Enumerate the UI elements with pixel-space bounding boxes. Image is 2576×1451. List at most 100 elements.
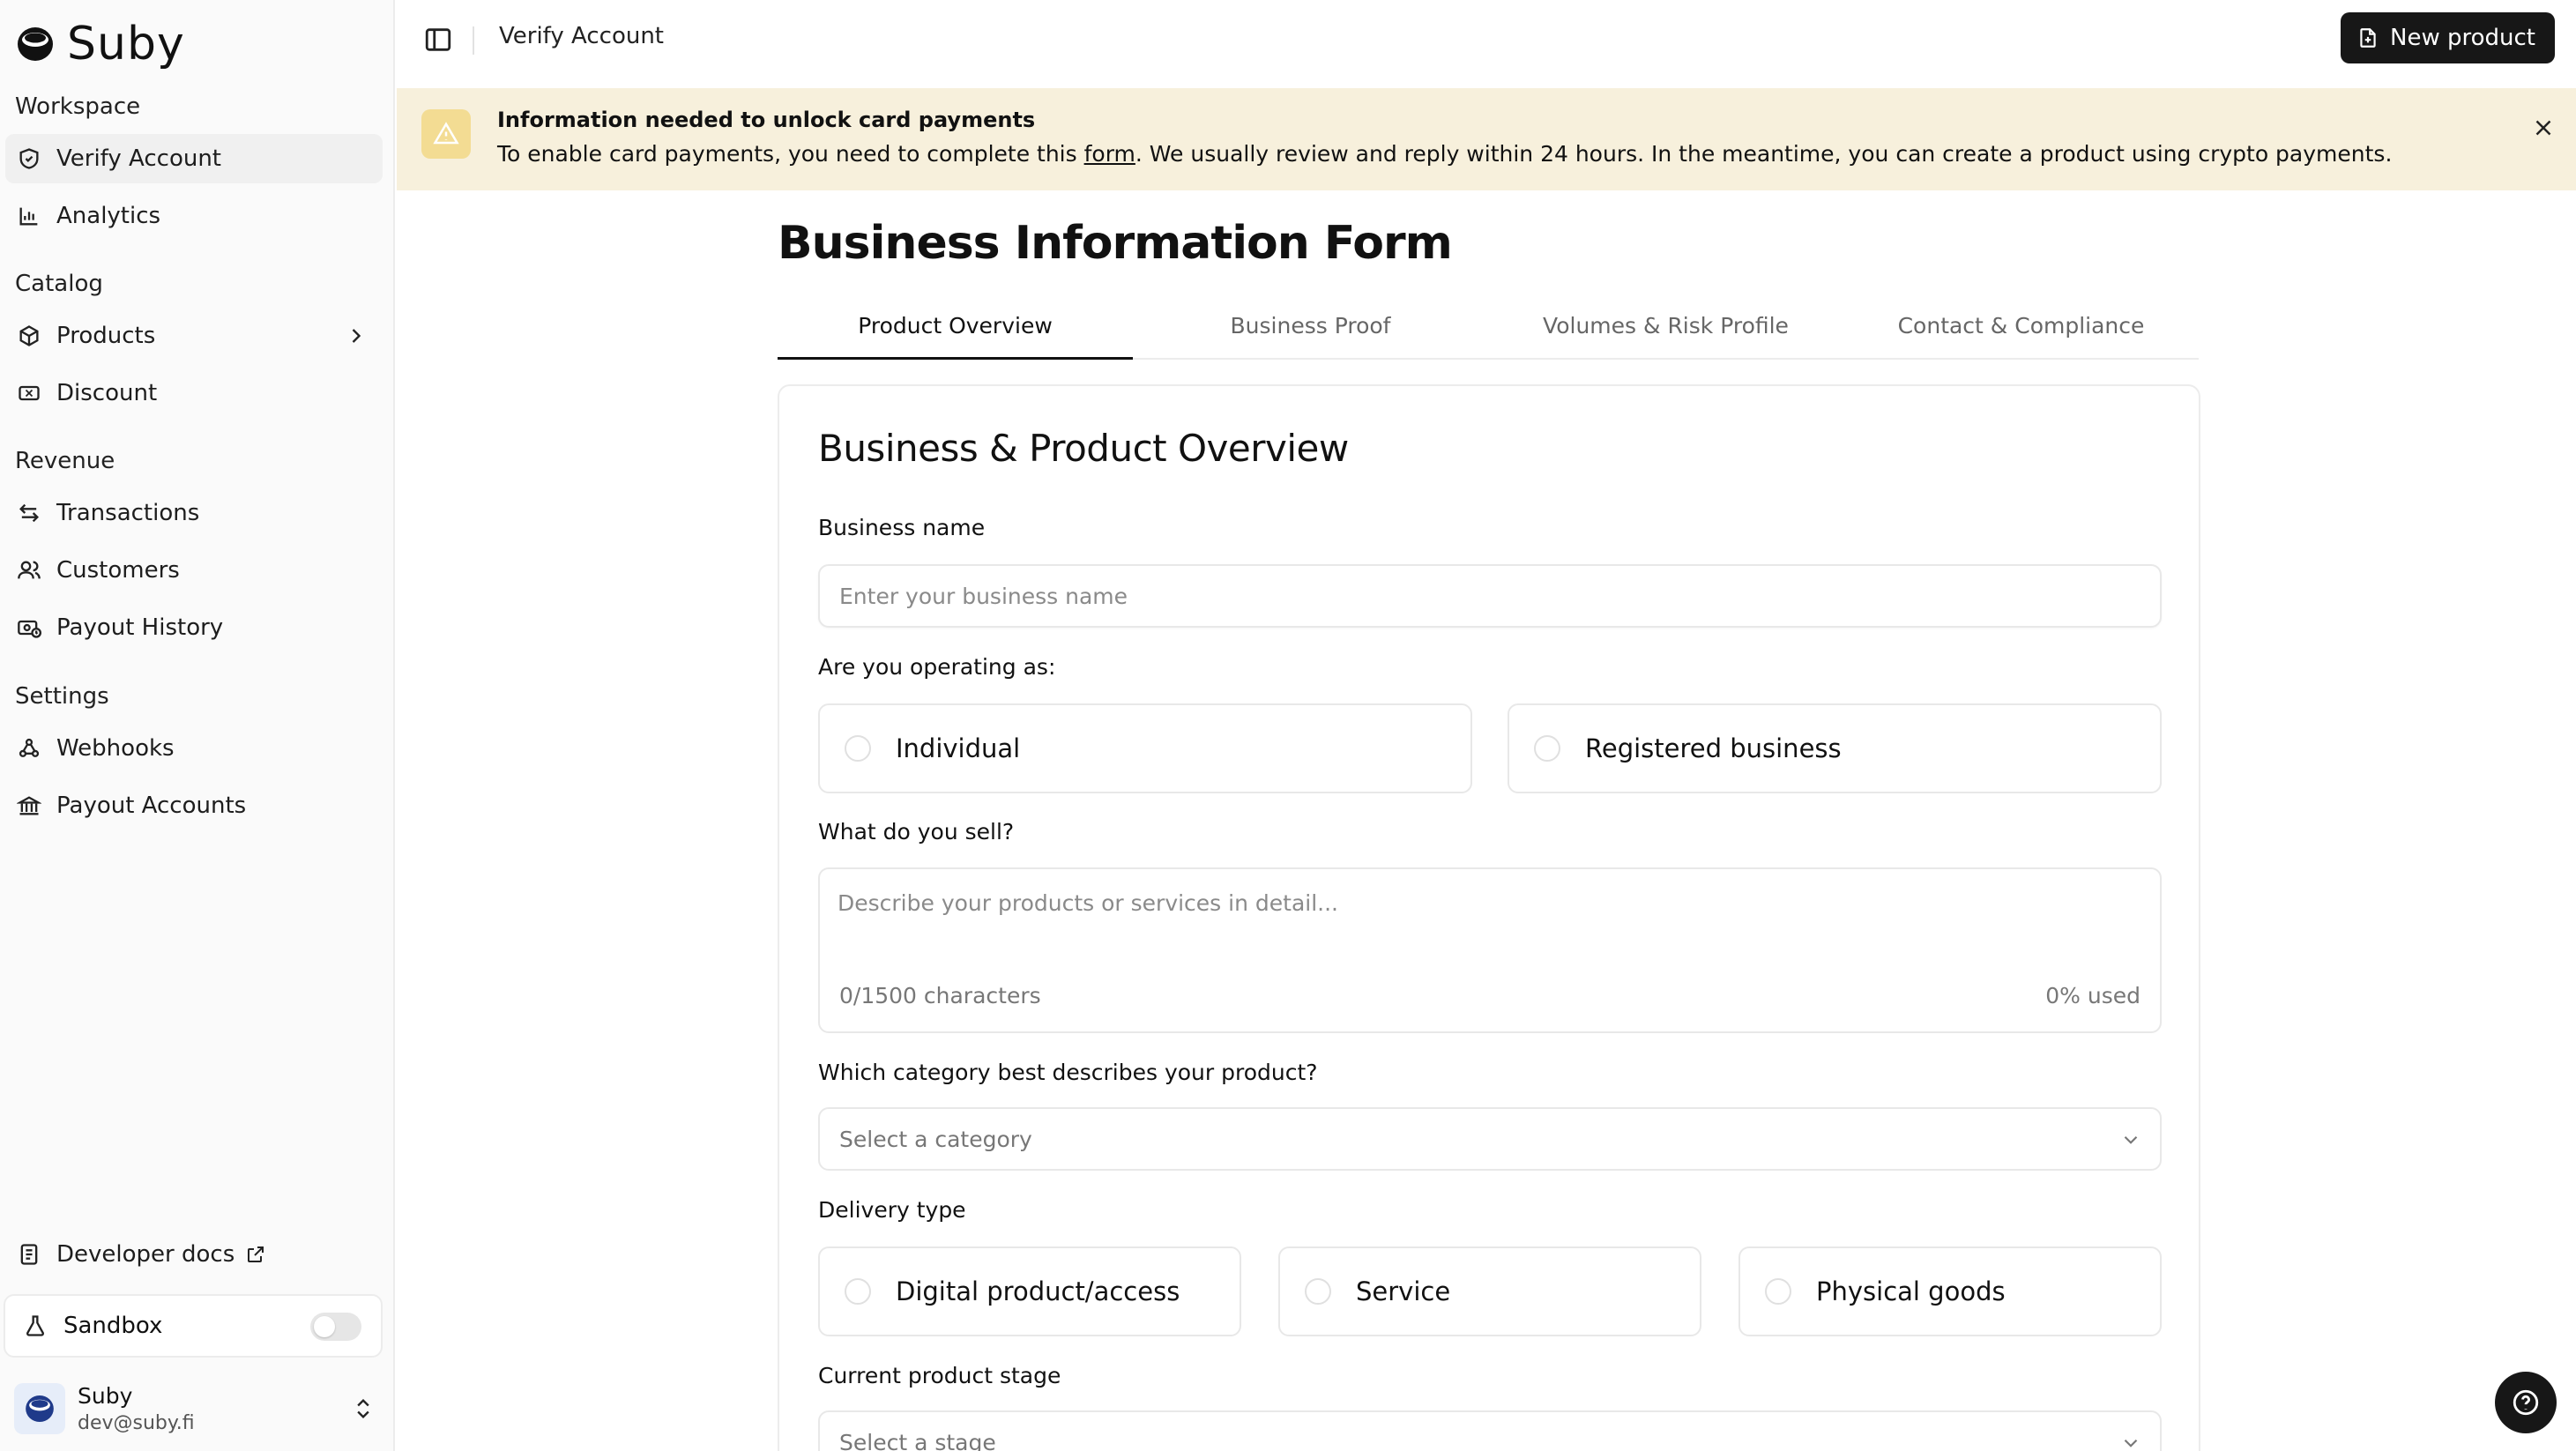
form-card: Business & Product Overview Business nam… [778, 384, 2200, 1451]
webhook-icon [16, 735, 42, 762]
banner-form-link[interactable]: form [1084, 141, 1135, 167]
banner-text-before: To enable card payments, you need to com… [497, 141, 1084, 167]
form-tabs: Product Overview Business Proof Volumes … [778, 301, 2199, 360]
group-label-catalog: Catalog [15, 271, 103, 297]
sidebar-item-label: Products [56, 323, 156, 349]
sidebar-item-payout-history[interactable]: Payout History [5, 603, 383, 652]
sandbox-toggle[interactable] [310, 1313, 361, 1341]
radio-circle[interactable] [845, 735, 871, 762]
radio-circle[interactable] [1534, 735, 1560, 762]
tab-volumes-risk-profile[interactable]: Volumes & Risk Profile [1488, 301, 1843, 358]
radio-label: Registered business [1585, 733, 1842, 763]
users-icon [16, 557, 42, 584]
stage-select-value: Select a stage [839, 1429, 996, 1451]
group-label-workspace: Workspace [15, 93, 141, 120]
radio-circle[interactable] [845, 1278, 871, 1305]
radio-digital-product[interactable]: Digital product/access [818, 1246, 1241, 1336]
category-select-value: Select a category [839, 1126, 1032, 1152]
group-label-settings: Settings [15, 683, 109, 710]
business-name-input[interactable] [818, 564, 2162, 628]
sidebar-item-label: Payout Accounts [56, 792, 247, 819]
banner-text: To enable card payments, you need to com… [497, 141, 2392, 167]
radio-physical-goods[interactable]: Physical goods [1738, 1246, 2162, 1336]
card-title: Business & Product Overview [818, 427, 1349, 470]
avatar [14, 1383, 65, 1434]
radio-service[interactable]: Service [1278, 1246, 1701, 1336]
radio-label: Physical goods [1816, 1276, 2006, 1306]
close-icon[interactable] [2530, 115, 2557, 141]
sidebar-item-label: Customers [56, 557, 180, 584]
flask-icon [26, 1315, 44, 1336]
info-banner: Information needed to unlock card paymen… [397, 88, 2576, 190]
sell-label: What do you sell? [818, 819, 1015, 845]
banknote-history-icon [16, 614, 42, 641]
sidebar-item-label: Developer docs [56, 1241, 235, 1268]
sell-textarea[interactable] [838, 890, 2142, 970]
package-icon [16, 323, 42, 349]
radio-individual[interactable]: Individual [818, 703, 1472, 793]
sidebar-item-customers[interactable]: Customers [5, 546, 383, 595]
logo[interactable]: Suby [14, 18, 185, 71]
sidebar-item-discount[interactable]: Discount [5, 368, 383, 418]
banner-text-after: . We usually review and reply within 24 … [1135, 141, 2393, 167]
document-icon [16, 1241, 42, 1268]
shield-check-icon [16, 145, 42, 172]
category-label: Which category best describes your produ… [818, 1060, 1318, 1085]
sidebar-item-label: Webhooks [56, 735, 175, 762]
sidebar-item-webhooks[interactable]: Webhooks [5, 724, 383, 773]
category-select[interactable]: Select a category [818, 1107, 2162, 1171]
chevron-up-down-icon [357, 1399, 369, 1418]
account-switcher[interactable]: Suby dev@suby.fi [14, 1377, 384, 1440]
sidebar-item-analytics[interactable]: Analytics [5, 191, 383, 241]
delivery-label: Delivery type [818, 1197, 966, 1223]
sidebar-toggle-icon[interactable] [423, 25, 453, 55]
sidebar-item-payout-accounts[interactable]: Payout Accounts [5, 781, 383, 830]
help-circle-icon [2513, 1389, 2539, 1416]
sidebar-item-label: Analytics [56, 203, 161, 229]
radio-label: Service [1356, 1276, 1451, 1306]
tab-contact-compliance[interactable]: Contact & Compliance [1843, 301, 2199, 358]
bar-chart-icon [16, 203, 42, 229]
chevron-down-icon [2124, 1439, 2138, 1447]
header-divider [473, 26, 474, 55]
ticket-icon [16, 380, 42, 406]
sidebar-item-transactions[interactable]: Transactions [5, 488, 383, 538]
radio-label: Individual [896, 733, 1021, 763]
business-name-label: Business name [818, 515, 986, 540]
account-email: dev@suby.fi [78, 1412, 195, 1434]
group-label-revenue: Revenue [15, 448, 115, 474]
sandbox-row: Sandbox [4, 1294, 383, 1358]
sidebar-item-verify-account[interactable]: Verify Account [5, 134, 383, 183]
sidebar-item-label: Discount [56, 380, 158, 406]
external-link-icon [248, 1246, 264, 1262]
char-count: 0/1500 characters [839, 983, 1041, 1008]
chevron-right-icon[interactable] [344, 324, 369, 348]
warning-icon [421, 109, 471, 159]
char-percent: 0% used [2045, 983, 2140, 1008]
tab-product-overview[interactable]: Product Overview [778, 301, 1133, 360]
sidebar-item-label: Verify Account [56, 145, 222, 172]
new-product-button[interactable]: New product [2341, 12, 2555, 63]
sidebar-item-developer-docs[interactable]: Developer docs [5, 1230, 383, 1279]
radio-label: Digital product/access [896, 1276, 1180, 1306]
suby-logo-icon [26, 1395, 54, 1423]
operating-as-label: Are you operating as: [818, 654, 1056, 680]
page-title: Business Information Form [778, 217, 1453, 270]
radio-circle[interactable] [1765, 1278, 1791, 1305]
file-plus-icon [2360, 28, 2376, 48]
sidebar-item-label: Payout History [56, 614, 224, 641]
stage-select[interactable]: Select a stage [818, 1410, 2162, 1451]
sidebar: Suby Workspace Verify Account Analytics … [0, 0, 395, 1451]
banner-title: Information needed to unlock card paymen… [497, 108, 1036, 132]
top-header: Verify Account New product [397, 0, 2576, 88]
sidebar-item-products[interactable]: Products [5, 311, 383, 361]
logo-text: Suby [67, 18, 185, 71]
tab-business-proof[interactable]: Business Proof [1133, 301, 1488, 358]
help-button[interactable] [2495, 1372, 2557, 1433]
radio-registered-business[interactable]: Registered business [1508, 703, 2162, 793]
radio-circle[interactable] [1305, 1278, 1331, 1305]
account-name: Suby [78, 1383, 133, 1409]
page-breadcrumb: Verify Account [499, 23, 665, 49]
stage-label: Current product stage [818, 1363, 1061, 1388]
chevron-down-icon [2124, 1135, 2138, 1144]
